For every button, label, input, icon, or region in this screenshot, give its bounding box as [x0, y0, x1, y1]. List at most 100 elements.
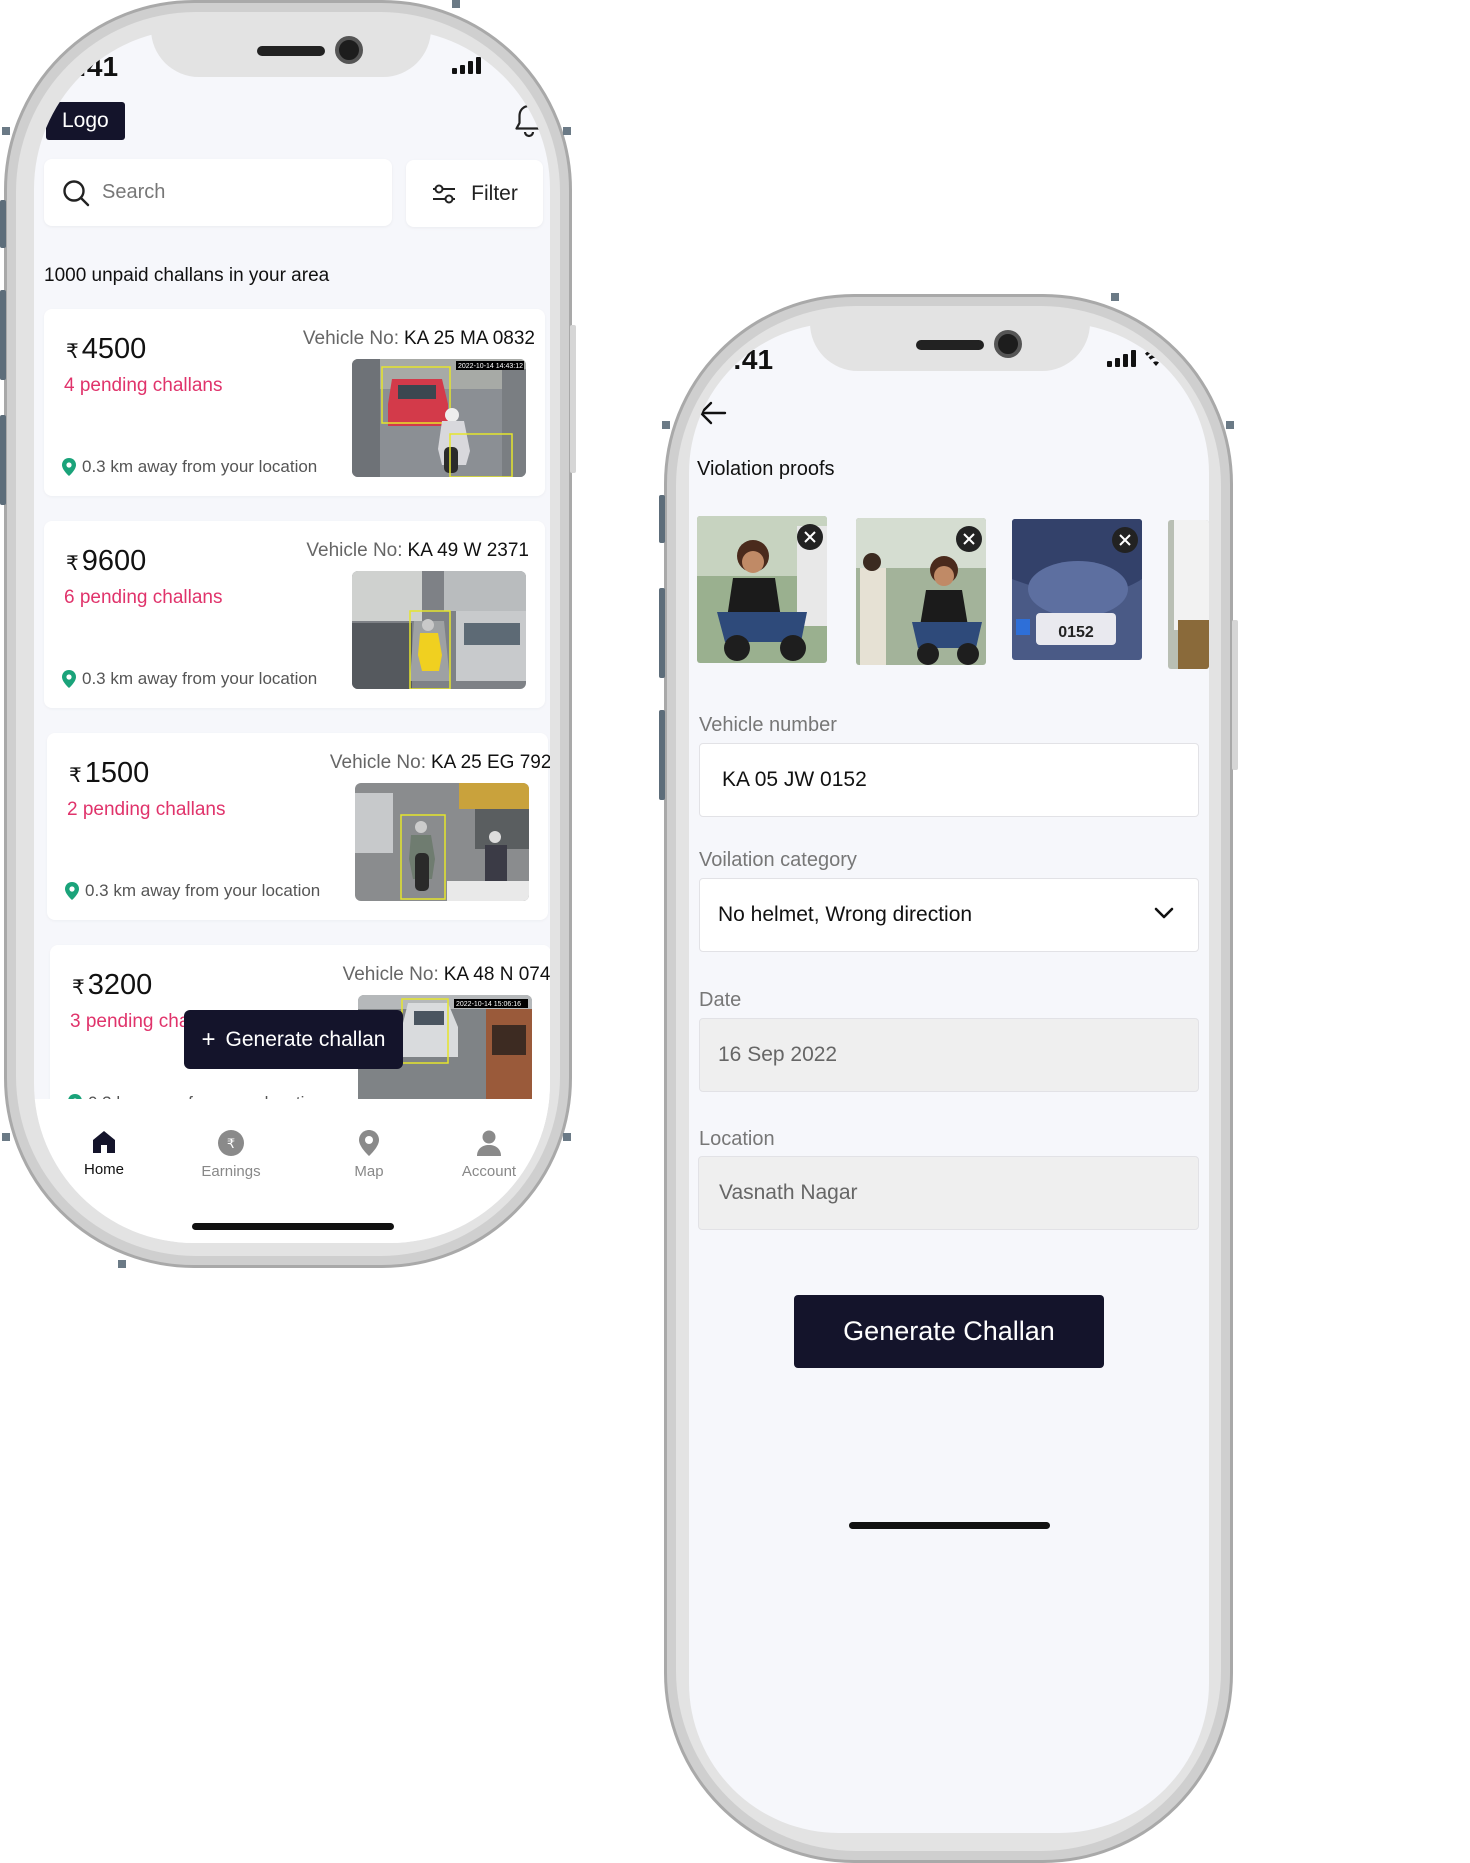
distance-text: 0.3 km away from your location — [62, 669, 317, 689]
front-camera — [994, 330, 1022, 358]
pending-count: 6 pending challans — [64, 587, 223, 608]
location-pin-icon — [62, 458, 76, 476]
antenna-band — [1111, 293, 1119, 301]
photo-timestamp: 2022-10-14 14:43:12 — [458, 363, 523, 370]
remove-proof-button[interactable] — [797, 524, 823, 550]
search-icon — [63, 179, 90, 206]
violation-category-select[interactable]: No helmet, Wrong direction — [699, 878, 1199, 952]
date-field: 16 Sep 2022 — [699, 1018, 1199, 1092]
challan-amount: ₹4500 — [66, 333, 147, 365]
antenna-band — [452, 0, 460, 8]
challan-amount: ₹3200 — [72, 969, 153, 1001]
vehicle-number: Vehicle No: KA 49 W 2371 — [306, 540, 529, 561]
generate-challan-fab[interactable]: + Generate challan — [184, 1010, 403, 1069]
generate-challan-label: Generate challan — [225, 1027, 386, 1051]
date-label: Date — [699, 989, 742, 1011]
rupee-symbol: ₹ — [66, 341, 79, 363]
challan-card[interactable]: ₹9600 6 pending challans 0.3 km away fro… — [44, 521, 545, 708]
location-field: Vasnath Nagar — [698, 1156, 1199, 1230]
side-button — [659, 495, 665, 543]
rupee-coin-icon: ₹ — [218, 1130, 244, 1156]
side-button — [0, 415, 6, 505]
home-indicator — [192, 1223, 394, 1230]
photo-timestamp: 2022-10-14 15:06:16 — [456, 1001, 521, 1008]
vehicle-number: Vehicle No: KA 48 N 0743 — [342, 964, 550, 985]
challan-amount: ₹9600 — [66, 545, 147, 577]
tab-earnings[interactable]: ₹ Earnings — [194, 1129, 268, 1180]
location-pin-icon — [65, 882, 79, 900]
challan-amount: ₹1500 — [69, 757, 150, 789]
phone-notch — [151, 29, 431, 77]
antenna-band — [563, 127, 571, 135]
violation-category-label: Voilation category — [699, 849, 857, 871]
distance-text: 0.3 km away from your location — [65, 881, 320, 901]
speaker-grill — [916, 340, 984, 350]
phone-notch — [810, 323, 1090, 371]
tab-map[interactable]: Map — [339, 1129, 399, 1180]
proof-photo[interactable] — [856, 518, 986, 665]
svg-text:₹: ₹ — [227, 1137, 235, 1152]
violation-photo[interactable] — [355, 783, 529, 901]
filter-button[interactable]: Filter — [406, 160, 543, 227]
generate-challan-button[interactable]: Generate Challan — [794, 1295, 1104, 1368]
front-camera — [335, 36, 363, 64]
arrow-left-icon — [699, 401, 727, 425]
notification-button[interactable] — [512, 101, 546, 141]
remove-proof-button[interactable] — [1112, 527, 1138, 553]
filter-label: Filter — [471, 181, 518, 205]
side-button — [659, 588, 665, 678]
vehicle-number-input[interactable]: KA 05 JW 0152 — [699, 743, 1199, 817]
vehicle-number-label: Vehicle number — [699, 714, 837, 736]
plus-icon: + — [201, 1025, 216, 1053]
sliders-icon — [433, 184, 456, 203]
side-button — [570, 325, 576, 473]
search-input[interactable]: Search — [44, 159, 392, 226]
wifi-icon — [490, 56, 512, 73]
remove-proof-button[interactable] — [956, 526, 982, 552]
proof-image — [1168, 520, 1209, 669]
user-icon — [477, 1130, 501, 1156]
violation-photo[interactable] — [352, 571, 526, 689]
tab-home[interactable]: Home — [74, 1129, 134, 1178]
violation-photo[interactable]: 2022-10-14 14:43:12 — [352, 359, 526, 477]
side-button — [0, 200, 6, 248]
battery-icon — [1176, 349, 1209, 367]
plate-text: 0152 — [1058, 624, 1094, 641]
wifi-icon — [1145, 349, 1167, 366]
side-button — [0, 290, 6, 380]
challan-card[interactable]: ₹4500 4 pending challans 0.3 km away fro… — [44, 309, 545, 496]
phone-frame-form: 9:41 Violation proofs 0152 Vehicle numbe… — [664, 294, 1233, 1863]
proof-photo[interactable] — [697, 516, 827, 663]
rupee-symbol: ₹ — [66, 553, 79, 575]
side-button — [659, 710, 665, 800]
bell-icon — [515, 101, 544, 138]
antenna-band — [563, 1133, 571, 1141]
unpaid-summary: 1000 unpaid challans in your area — [44, 265, 330, 286]
antenna-band — [2, 127, 10, 135]
traffic-photo-image — [352, 571, 526, 689]
location-label: Location — [699, 1128, 775, 1150]
tab-account[interactable]: Account — [454, 1129, 524, 1180]
bottom-tab-bar: Home ₹ Earnings Map Account — [34, 1099, 550, 1243]
rupee-symbol: ₹ — [69, 765, 82, 787]
proof-photo[interactable] — [1168, 520, 1209, 669]
chevron-down-icon — [1154, 907, 1174, 919]
antenna-band — [1226, 421, 1234, 429]
rupee-symbol: ₹ — [72, 977, 85, 999]
antenna-band — [662, 421, 670, 429]
back-button[interactable] — [697, 399, 729, 427]
distance-text: 0.3 km away from your location — [62, 457, 317, 477]
antenna-band — [118, 1260, 126, 1268]
violation-proofs-title: Violation proofs — [697, 458, 835, 480]
proof-photo[interactable]: 0152 — [1012, 519, 1142, 660]
speaker-grill — [257, 46, 325, 56]
traffic-photo-image: 2022-10-14 14:43:12 — [352, 359, 526, 477]
traffic-photo-image — [355, 783, 529, 901]
side-button — [1232, 620, 1238, 770]
pending-count: 4 pending challans — [64, 375, 223, 396]
home-indicator — [849, 1522, 1050, 1529]
challan-card[interactable]: ₹1500 2 pending challans 0.3 km away fro… — [47, 733, 550, 920]
challan-form-screen: 9:41 Violation proofs 0152 Vehicle numbe… — [689, 323, 1209, 1833]
phone-frame-home: 9:41 Logo Search Filter 1000 unpaid chal… — [4, 0, 572, 1268]
pending-count: 2 pending challans — [67, 799, 226, 820]
